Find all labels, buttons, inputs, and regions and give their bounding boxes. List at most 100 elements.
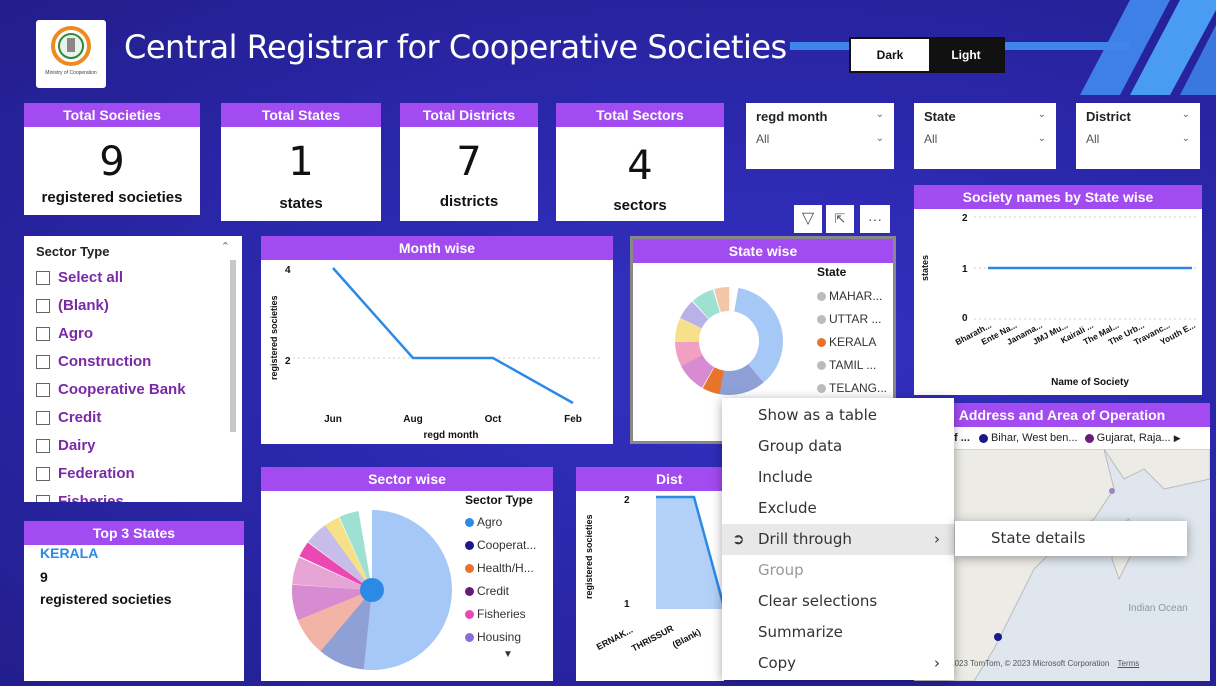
list-item[interactable]: Construction (36, 348, 230, 376)
attribution-text: © 2023 TomTom, © 2023 Microsoft Corporat… (942, 659, 1110, 668)
checkbox[interactable] (36, 467, 50, 482)
item-label: Credit (58, 409, 102, 426)
menu-item-copy[interactable]: Copy › (722, 648, 954, 679)
slicer-regd-month[interactable]: regd month ⌄ All ⌄ (746, 103, 894, 169)
state-donut[interactable] (669, 281, 789, 401)
month-line-svg: 4 2 registered societies Jun Aug Oct Feb re… (269, 265, 601, 441)
society-names-chart[interactable]: Society names by State wise 2 1 0 states… (914, 185, 1202, 395)
kpi-label: registered societies (41, 189, 183, 206)
filter-icon[interactable]: ▽ (794, 205, 822, 233)
menu-item-summarize[interactable]: Summarize (722, 617, 954, 648)
legend-scroll-down-icon[interactable]: ▼ (503, 649, 536, 660)
ministry-logo: Ministry of Cooperation (36, 20, 106, 88)
x-tick-label: THRISSUR (630, 623, 676, 654)
legend-item[interactable]: Credit (465, 580, 536, 603)
chart-title: Month wise (261, 236, 613, 260)
checkbox[interactable] (36, 327, 50, 342)
x-axis-label: Name of Society (1051, 377, 1129, 388)
menu-item-drill-through[interactable]: ➲ Drill through › (722, 524, 954, 555)
map-point[interactable] (1109, 488, 1115, 494)
theme-dark-button[interactable]: Dark (851, 39, 929, 71)
kpi-total-districts: Total Districts 7 districts (400, 103, 538, 221)
legend-item[interactable]: MAHAR... (817, 285, 887, 308)
legend-item[interactable]: Housing (465, 626, 536, 649)
legend-item[interactable]: Cooperat... (465, 534, 536, 557)
slicer-scrollbar[interactable] (230, 260, 236, 432)
chevron-down-icon[interactable]: ⌄ (1038, 133, 1046, 144)
legend-dot (978, 433, 988, 443)
item-label: Federation (58, 465, 135, 482)
legend-item[interactable]: UTTAR ... (817, 308, 887, 331)
slicer-value[interactable]: All (924, 132, 1046, 146)
focus-mode-icon[interactable]: ⇱ (826, 205, 854, 233)
checkbox[interactable] (36, 271, 50, 286)
legend-label: Agro (477, 515, 503, 529)
menu-item-include[interactable]: Include (722, 462, 954, 493)
terms-link[interactable]: Terms (1118, 659, 1140, 668)
kpi-value: 1 (288, 139, 314, 185)
legend-next-icon[interactable]: ▶ (1174, 433, 1181, 443)
chevron-down-icon[interactable]: ⌄ (876, 109, 884, 120)
legend-dot (465, 518, 474, 528)
legend-item[interactable]: TAMIL ... (817, 354, 887, 377)
chevron-down-icon[interactable]: ⌄ (1182, 133, 1190, 144)
slicer-value[interactable]: All (756, 132, 884, 146)
chevron-down-icon[interactable]: ⌄ (1182, 109, 1190, 120)
map-canvas[interactable]: Indian Ocean (914, 449, 1210, 681)
theme-light-button[interactable]: Light (929, 39, 1003, 71)
slicer-state[interactable]: State ⌄ All ⌄ (914, 103, 1056, 169)
map-point[interactable] (994, 633, 1002, 641)
slicer-title: regd month (756, 109, 828, 124)
slicer-value[interactable]: All (1086, 132, 1190, 146)
district-chart[interactable]: Dist 2 1 registered societies ERNAK... TH… (576, 467, 724, 681)
kpi-total-societies: Total Societies 9 registered societies (24, 103, 200, 215)
checkbox[interactable] (36, 299, 50, 314)
menu-item-show-as-table[interactable]: Show as a table (722, 400, 954, 431)
sector-legend: Sector Type Agro Cooperat... Health/H...… (465, 493, 536, 660)
list-item[interactable]: Dairy (36, 432, 230, 460)
checkbox[interactable] (36, 495, 50, 502)
menu-item-clear-selections[interactable]: Clear selections (722, 586, 954, 617)
sector-wise-chart[interactable]: Sector wise Sector Type Agro Cooperat...… (261, 467, 553, 681)
state-legend: State MAHAR... UTTAR ... KERALA TAMIL ..… (817, 265, 887, 400)
checkbox[interactable] (36, 411, 50, 426)
y-tick-label: 4 (285, 265, 291, 276)
legend-label: Bihar, West ben... (990, 432, 1078, 444)
legend-item[interactable]: KERALA (817, 331, 887, 354)
item-label: Dairy (58, 437, 96, 454)
legend-item[interactable]: Health/H... (465, 557, 536, 580)
checkbox[interactable] (36, 439, 50, 454)
list-item[interactable]: Credit (36, 404, 230, 432)
list-item[interactable]: Select all (36, 264, 230, 292)
legend-label: Credit (477, 584, 510, 598)
item-label: Construction (58, 353, 152, 370)
chevron-down-icon[interactable]: ⌄ (876, 133, 884, 144)
map-legend: f ... Bihar, West ben... Gujarat, Raja..… (914, 427, 1210, 449)
month-wise-chart[interactable]: Month wise 4 2 registered societies Jun A… (261, 236, 613, 444)
submenu-item-state-details[interactable]: State details (955, 521, 1187, 556)
legend-item[interactable]: Fisheries (465, 603, 536, 626)
legend-label: Gujarat, Raja... (1096, 432, 1171, 444)
menu-item-group-data[interactable]: Group data (722, 431, 954, 462)
list-item[interactable]: Cooperative Bank (36, 376, 230, 404)
chevron-up-icon[interactable]: ⌃ (221, 240, 230, 253)
list-item[interactable]: Fisheries (36, 488, 230, 502)
chevron-down-icon[interactable]: ⌄ (1038, 109, 1046, 120)
checkbox[interactable] (36, 383, 50, 398)
y-tick-label: 2 (962, 213, 968, 224)
menu-item-label: Copy (758, 654, 797, 672)
checkbox[interactable] (36, 355, 50, 370)
kpi-value: 4 (627, 143, 653, 189)
sector-pie[interactable] (287, 505, 457, 675)
legend-dot (817, 384, 826, 394)
legend-item[interactable]: Agro (465, 511, 536, 534)
menu-item-exclude[interactable]: Exclude (722, 493, 954, 524)
more-options-icon[interactable]: ··· (860, 205, 890, 233)
chevron-right-icon: › (934, 654, 940, 672)
list-item[interactable]: (Blank) (36, 292, 230, 320)
slicer-district[interactable]: District ⌄ All ⌄ (1076, 103, 1200, 169)
list-item[interactable]: Federation (36, 460, 230, 488)
sector-type-slicer: Sector Type ⌃ Select all (Blank) Agro Co… (24, 236, 242, 502)
list-item[interactable]: Agro (36, 320, 230, 348)
legend-item[interactable]: TELANG... (817, 377, 887, 400)
